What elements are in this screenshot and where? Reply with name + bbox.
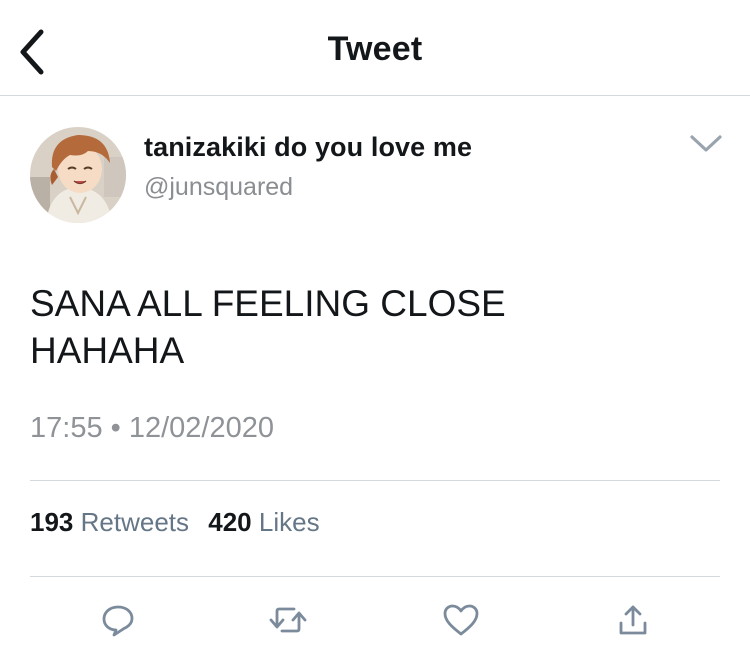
divider xyxy=(30,480,720,481)
divider xyxy=(30,576,720,577)
retweets-label: Retweets xyxy=(80,507,190,537)
likes-count: 420 xyxy=(208,507,252,537)
more-options-button[interactable] xyxy=(686,128,726,160)
tweet-timestamp[interactable]: 17:55 • 12/02/2020 xyxy=(30,412,274,445)
retweets-count: 193 xyxy=(30,507,74,537)
timestamp-separator: • xyxy=(110,412,121,444)
share-icon xyxy=(619,605,647,635)
retweet-button[interactable] xyxy=(268,600,308,640)
reply-button[interactable] xyxy=(98,600,138,640)
tweet-date: 12/02/2020 xyxy=(128,412,275,444)
reply-icon xyxy=(102,605,134,637)
like-button[interactable] xyxy=(441,600,481,640)
likes-stat[interactable]: 420 Likes xyxy=(208,507,319,538)
avatar[interactable] xyxy=(30,127,126,223)
author-display-name[interactable]: tanizakiki do you love me xyxy=(144,132,472,163)
page-title: Tweet xyxy=(327,30,423,68)
share-button[interactable] xyxy=(613,600,653,640)
tweet-time: 17:55 xyxy=(30,412,103,444)
retweet-icon xyxy=(269,607,307,633)
heart-icon xyxy=(443,604,479,636)
chevron-down-icon xyxy=(690,135,722,152)
tweet-text-line-1: SANA ALL FEELING CLOSE xyxy=(30,283,506,324)
tweet-stats: 193 Retweets 420 Likes xyxy=(30,507,332,538)
header-bar: Tweet xyxy=(0,0,750,96)
tweet-text: SANA ALL FEELING CLOSE HAHAHA xyxy=(30,280,710,374)
retweets-stat[interactable]: 193 Retweets xyxy=(30,507,189,538)
tweet-text-line-2: HAHAHA xyxy=(30,330,185,371)
likes-label: Likes xyxy=(258,507,320,537)
author-handle[interactable]: @junsquared xyxy=(144,173,293,202)
avatar-image xyxy=(30,127,126,223)
